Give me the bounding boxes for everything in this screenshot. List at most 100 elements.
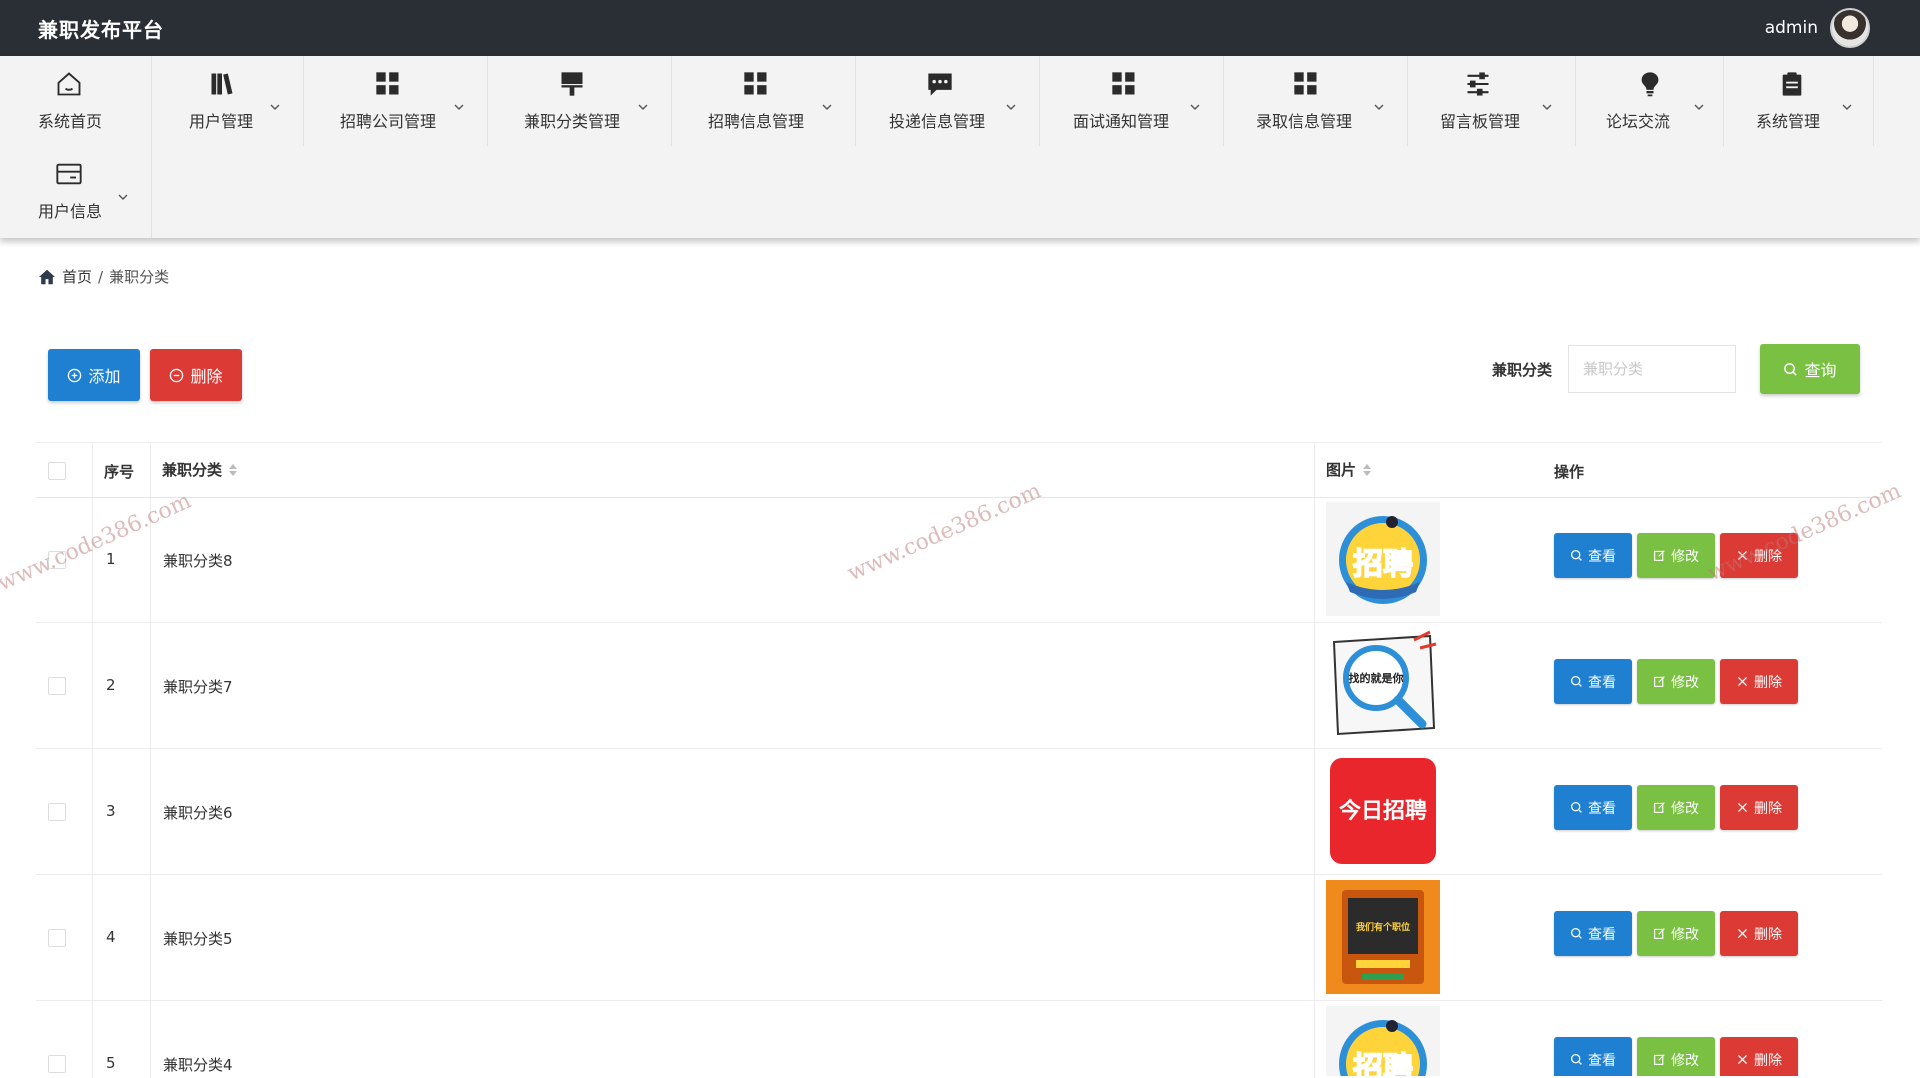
delete-label: 删除 <box>1754 800 1782 817</box>
avatar[interactable] <box>1830 8 1870 48</box>
home-icon <box>57 72 81 96</box>
nav-label: 论坛交流 <box>1606 112 1671 131</box>
col-category[interactable]: 兼职分类 <box>162 459 238 480</box>
sliders-icon <box>1467 72 1489 96</box>
nav-item-admissions[interactable]: 录取信息管理 <box>1224 56 1408 146</box>
delete-button[interactable]: 删除 <box>1720 659 1798 704</box>
view-button[interactable]: 查看 <box>1554 785 1632 830</box>
search-button-label: 查询 <box>1804 361 1837 380</box>
main-nav: 系统首页 用户管理 招聘公司管理 兼职分类管理 招聘信息管理 投递信息管理 面试… <box>0 56 1920 238</box>
user-menu[interactable]: admin <box>1765 8 1870 48</box>
nav-item-categories[interactable]: 兼职分类管理 <box>488 56 672 146</box>
row-checkbox[interactable] <box>48 929 66 947</box>
thumb-text: 我们有个职位 <box>1356 921 1410 933</box>
magnifier-image: 找的就是你 <box>1326 628 1440 742</box>
delete-button[interactable]: 删除 <box>1720 911 1798 956</box>
search-icon <box>1570 675 1582 687</box>
edit-icon <box>1654 928 1665 939</box>
row-checkbox[interactable] <box>48 1055 66 1073</box>
row-category: 兼职分类4 <box>163 1056 233 1074</box>
close-icon <box>1737 676 1748 687</box>
row-checkbox[interactable] <box>48 677 66 695</box>
view-button[interactable]: 查看 <box>1554 659 1632 704</box>
nav-item-system[interactable]: 系统管理 <box>1724 56 1874 146</box>
books-icon <box>211 73 233 95</box>
recruit-badge-image: 招聘 <box>1326 502 1440 616</box>
edit-icon <box>1654 802 1665 813</box>
chevron-down-icon <box>270 104 280 110</box>
view-button[interactable]: 查看 <box>1554 1037 1632 1076</box>
bulk-delete-button[interactable]: 删除 <box>150 349 242 401</box>
grid-icon <box>1294 72 1317 95</box>
delete-label: 删除 <box>1754 1052 1782 1069</box>
view-label: 查看 <box>1588 926 1616 943</box>
row-index: 4 <box>106 928 116 946</box>
nav-item-forum[interactable]: 论坛交流 <box>1576 56 1724 146</box>
chevron-down-icon <box>1374 104 1384 110</box>
row-checkbox[interactable] <box>48 803 66 821</box>
col-image[interactable]: 图片 <box>1326 459 1372 480</box>
nav-item-home[interactable]: 系统首页 <box>0 56 152 146</box>
delete-button[interactable]: 删除 <box>1720 1037 1798 1076</box>
delete-label: 删除 <box>1754 926 1782 943</box>
row-index: 5 <box>106 1054 116 1072</box>
nav-label: 用户信息 <box>38 202 103 221</box>
breadcrumb: 首页 / 兼职分类 <box>38 266 169 287</box>
thumb-text: 招聘 <box>1353 547 1413 582</box>
grid-icon <box>376 72 399 95</box>
edit-button[interactable]: 修改 <box>1637 785 1715 830</box>
breadcrumb-separator: / <box>98 267 104 286</box>
search-icon <box>1784 362 1798 376</box>
nav-item-interviews[interactable]: 面试通知管理 <box>1040 56 1224 146</box>
row-category: 兼职分类6 <box>163 804 233 822</box>
chevron-down-icon <box>638 104 648 110</box>
row-category: 兼职分类7 <box>163 678 233 696</box>
close-icon <box>1737 802 1748 813</box>
table-row: 5 兼职分类4 招聘 查看 修改 删除 <box>36 1000 1882 1076</box>
chevron-down-icon <box>1694 104 1704 110</box>
nav-item-applications[interactable]: 投递信息管理 <box>856 56 1040 146</box>
thumb-text: 招聘 <box>1353 1051 1413 1076</box>
edit-button[interactable]: 修改 <box>1637 659 1715 704</box>
nav-item-companies[interactable]: 招聘公司管理 <box>304 56 488 146</box>
edit-button[interactable]: 修改 <box>1637 1037 1715 1076</box>
thumb-text: 找的就是你 <box>1349 671 1404 685</box>
clipboard-icon <box>1782 72 1802 96</box>
table-header: 序号 兼职分类 图片 操作 <box>36 442 1882 498</box>
job-poster-image: 我们有个职位 <box>1326 880 1440 994</box>
nav-item-jobs[interactable]: 招聘信息管理 <box>672 56 856 146</box>
edit-icon <box>1654 676 1665 687</box>
view-label: 查看 <box>1588 674 1616 691</box>
view-button[interactable]: 查看 <box>1554 911 1632 956</box>
chevron-down-icon <box>1190 104 1200 110</box>
row-category: 兼职分类5 <box>163 930 233 948</box>
view-button[interactable]: 查看 <box>1554 533 1632 578</box>
nav-item-messageboard[interactable]: 留言板管理 <box>1408 56 1576 146</box>
nav-label: 系统管理 <box>1756 112 1821 131</box>
nav-label: 招聘信息管理 <box>708 112 805 131</box>
nav-item-users[interactable]: 用户管理 <box>152 56 304 146</box>
search-input[interactable] <box>1568 345 1736 393</box>
nav-label: 用户管理 <box>189 112 254 131</box>
select-all-checkbox[interactable] <box>48 462 66 480</box>
row-category: 兼职分类8 <box>163 552 233 570</box>
chevron-down-icon <box>822 104 832 110</box>
delete-button[interactable]: 删除 <box>1720 785 1798 830</box>
edit-button[interactable]: 修改 <box>1637 911 1715 956</box>
nav-label: 系统首页 <box>38 112 103 131</box>
row-index: 1 <box>106 550 116 568</box>
chevron-down-icon <box>118 194 128 200</box>
search-label: 兼职分类 <box>1492 361 1553 379</box>
search-button[interactable]: 查询 <box>1760 344 1860 394</box>
view-label: 查看 <box>1588 548 1616 565</box>
nav-item-userinfo[interactable]: 用户信息 <box>0 146 152 238</box>
add-button-label: 添加 <box>88 367 121 386</box>
edit-button[interactable]: 修改 <box>1637 533 1715 578</box>
row-index: 2 <box>106 676 116 694</box>
breadcrumb-home[interactable]: 首页 <box>62 266 92 287</box>
search-icon <box>1570 549 1582 561</box>
add-button[interactable]: 添加 <box>48 349 140 401</box>
table-row: 4 兼职分类5 我们有个职位 查看 修改 删除 <box>36 874 1882 1001</box>
edit-label: 修改 <box>1671 926 1699 943</box>
nav-label: 留言板管理 <box>1440 112 1521 131</box>
